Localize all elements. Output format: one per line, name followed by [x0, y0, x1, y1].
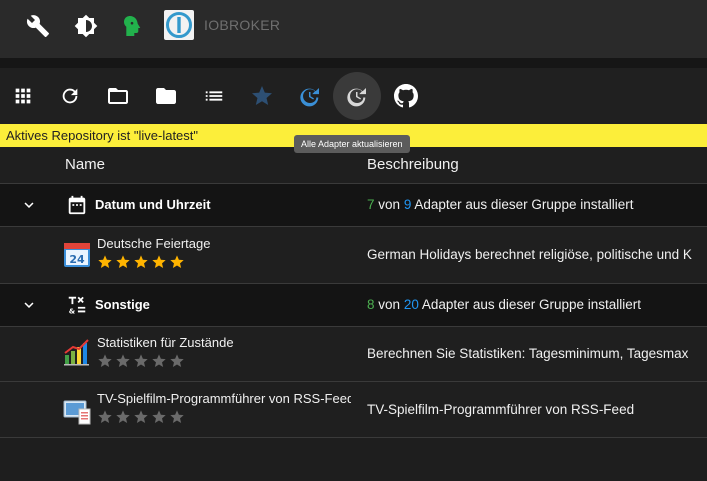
chevron-down-icon[interactable]: [20, 296, 38, 314]
star-icon[interactable]: [151, 353, 167, 369]
summary-suffix: Adapter aus dieser Gruppe installiert: [414, 197, 634, 212]
group-summary: 8 von 20 Adapter aus dieser Gruppe insta…: [367, 297, 641, 312]
star-filter-icon[interactable]: [247, 81, 277, 111]
list-view-icon[interactable]: [199, 81, 229, 111]
adapter-row-feiertage[interactable]: 24 Deutsche Feiertage German Holidays be…: [0, 227, 707, 284]
svg-text:24: 24: [69, 253, 85, 266]
app-brand: IOBROKER: [204, 17, 281, 33]
summary-von: von: [378, 197, 401, 212]
iobroker-logo-icon[interactable]: [164, 10, 194, 40]
divider: [0, 58, 707, 68]
summary-von: von: [378, 297, 401, 312]
adapter-description: TV-Spielfilm-Programmführer von RSS-Feed: [367, 402, 635, 417]
star-icon[interactable]: [133, 353, 149, 369]
calendar-icon: [68, 195, 86, 215]
folder-icon[interactable]: [151, 81, 181, 111]
expert-mode-icon[interactable]: [120, 13, 146, 39]
column-name-header[interactable]: Name: [65, 156, 105, 173]
chevron-down-icon[interactable]: [20, 196, 38, 214]
group-title: Datum und Uhrzeit: [95, 197, 211, 212]
star-icon[interactable]: [97, 353, 113, 369]
adapter-name: Statistiken für Zustände: [97, 335, 234, 350]
group-title: Sonstige: [95, 297, 150, 312]
adapter-description: German Holidays berechnet religiöse, pol…: [367, 247, 692, 262]
rating-stars[interactable]: [97, 254, 185, 270]
star-icon[interactable]: [133, 254, 149, 270]
star-icon[interactable]: [115, 353, 131, 369]
star-icon[interactable]: [169, 409, 185, 425]
adapter-row-tvspielfilm[interactable]: TV-Spielfilm-Programmführer von RSS-Feed…: [0, 382, 707, 438]
group-summary: 7 von 9 Adapter aus dieser Gruppe instal…: [367, 197, 633, 212]
star-icon[interactable]: [115, 409, 131, 425]
group-row-sonstige[interactable]: & Sonstige 8 von 20 Adapter aus dieser G…: [0, 284, 707, 327]
folder-open-icon[interactable]: [103, 81, 133, 111]
column-description-header[interactable]: Beschreibung: [367, 156, 459, 173]
star-icon[interactable]: [133, 409, 149, 425]
group-row-datum[interactable]: Datum und Uhrzeit 7 von 9 Adapter aus di…: [0, 184, 707, 227]
github-icon[interactable]: [391, 81, 421, 111]
update-all-tooltip: Alle Adapter aktualisieren: [294, 135, 410, 153]
total-count: 9: [403, 197, 412, 212]
rating-stars[interactable]: [97, 409, 185, 425]
feiertage-adapter-icon: 24: [64, 243, 90, 267]
summary-suffix: Adapter aus dieser Gruppe installiert: [421, 297, 641, 312]
rating-stars[interactable]: [97, 353, 185, 369]
tvspielfilm-adapter-icon: [63, 400, 91, 425]
star-icon[interactable]: [97, 409, 113, 425]
star-icon[interactable]: [97, 254, 113, 270]
adapter-description: Berechnen Sie Statistiken: Tagesminimum,…: [367, 346, 689, 361]
update-filter-icon[interactable]: [295, 81, 325, 111]
wrench-icon[interactable]: [25, 13, 51, 39]
installed-count: 7: [367, 197, 375, 212]
adapter-name: Deutsche Feiertage: [97, 236, 211, 251]
svg-text:&: &: [69, 306, 76, 315]
update-all-button[interactable]: [333, 72, 381, 120]
adapter-toolbar: [0, 68, 707, 124]
star-icon[interactable]: [151, 254, 167, 270]
installed-count: 8: [367, 297, 375, 312]
total-count: 20: [403, 297, 419, 312]
star-icon[interactable]: [151, 409, 167, 425]
grid-view-icon[interactable]: [8, 81, 38, 111]
adapter-row-statistics[interactable]: Statistiken für Zustände Berechnen Sie S…: [0, 327, 707, 382]
star-icon[interactable]: [169, 254, 185, 270]
refresh-icon[interactable]: [55, 81, 85, 111]
star-icon[interactable]: [115, 254, 131, 270]
adapter-name: TV-Spielfilm-Programmführer von RSS-Feed: [97, 391, 351, 406]
statistics-adapter-icon: [64, 339, 89, 366]
star-icon[interactable]: [169, 353, 185, 369]
misc-symbols-icon: &: [68, 296, 86, 315]
app-bar: IOBROKER: [0, 0, 707, 58]
brightness-icon[interactable]: [73, 13, 99, 39]
